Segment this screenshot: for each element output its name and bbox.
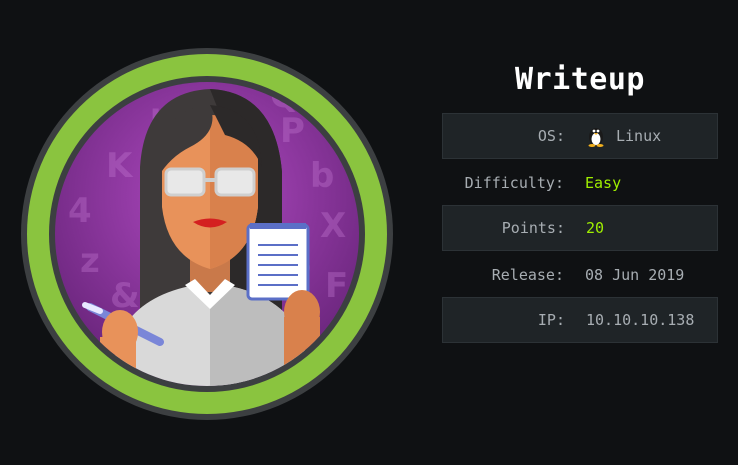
svg-text:P: P (280, 111, 305, 151)
svg-text:&: & (110, 276, 140, 316)
ip-value: 10.10.10.138 (586, 311, 695, 329)
os-value-wrap: Linux (586, 125, 661, 147)
info-row-os: OS: Linux (442, 113, 718, 159)
svg-text:b: b (310, 156, 334, 196)
ip-label: IP: (537, 311, 565, 329)
machine-avatar: ?K4 z&P bXo FuQ (20, 47, 394, 421)
os-value: Linux (616, 127, 662, 145)
difficulty-label: Difficulty: (464, 174, 564, 192)
os-label: OS: (537, 127, 565, 145)
points-label: Points: (501, 219, 565, 237)
release-label: Release: (491, 266, 564, 284)
svg-text:4: 4 (68, 191, 92, 231)
svg-text:z: z (80, 241, 100, 281)
release-value: 08 Jun 2019 (585, 266, 685, 284)
difficulty-value: Easy (585, 174, 622, 192)
info-row-difficulty: Difficulty: Easy (442, 160, 718, 206)
points-value: 20 (586, 219, 605, 237)
svg-text:K: K (106, 146, 134, 186)
info-row-release: Release: 08 Jun 2019 (442, 252, 718, 298)
machine-title: Writeup (515, 62, 645, 97)
svg-text:X: X (320, 206, 346, 246)
tux-icon (588, 128, 604, 147)
avatar-illustration: ?K4 z&P bXo FuQ (21, 48, 393, 420)
info-row-ip: IP: 10.10.10.138 (442, 297, 718, 343)
info-row-points: Points: 20 (442, 205, 718, 251)
